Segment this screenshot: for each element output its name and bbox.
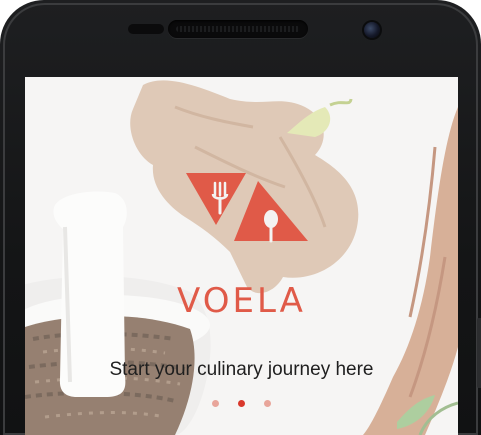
brand-name: VOELA (177, 281, 306, 321)
page-indicator (25, 400, 458, 407)
background-photo (25, 77, 458, 435)
speaker-grille (176, 26, 300, 32)
earpiece-speaker (168, 20, 308, 38)
volume-button[interactable] (477, 318, 481, 388)
front-camera-icon (364, 22, 380, 38)
onboarding-tagline: Start your culinary journey here (109, 359, 374, 380)
page-dot-1[interactable] (212, 400, 219, 407)
voela-logo-icon (186, 173, 308, 243)
phone-frame: VOELA Start your culinary journey here (0, 0, 481, 435)
onboarding-screen[interactable]: VOELA Start your culinary journey here (25, 77, 458, 435)
page-dot-2-active[interactable] (238, 400, 245, 407)
page-dot-3[interactable] (264, 400, 271, 407)
proximity-sensor (128, 24, 164, 34)
